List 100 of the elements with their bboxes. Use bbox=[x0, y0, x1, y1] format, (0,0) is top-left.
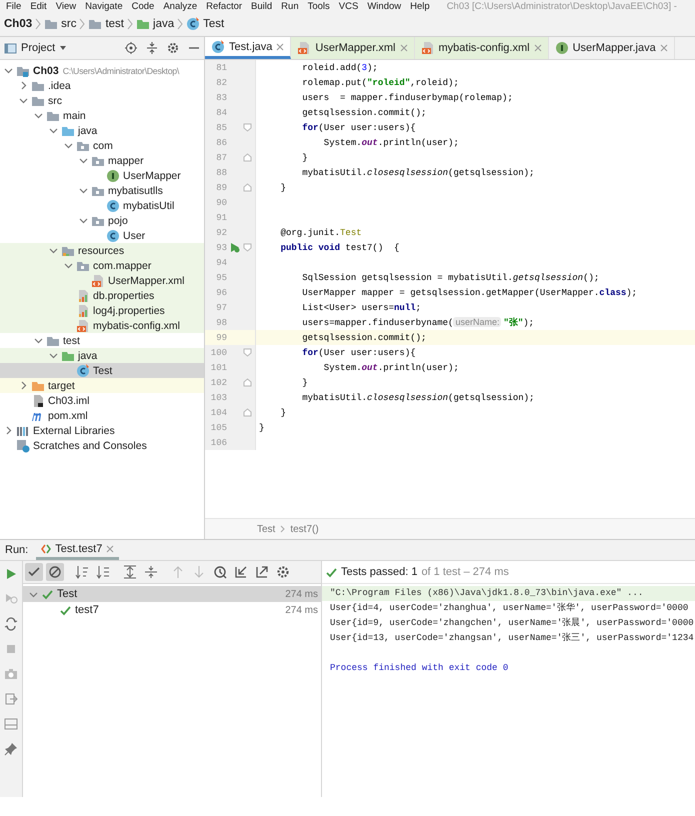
breadcrumb[interactable]: java bbox=[136, 17, 174, 31]
history-icon[interactable] bbox=[213, 565, 227, 579]
editor-tab[interactable]: Test.java bbox=[205, 37, 292, 59]
menu-item[interactable]: File bbox=[6, 0, 22, 12]
close-icon[interactable] bbox=[106, 544, 114, 552]
tree-item[interactable]: target bbox=[0, 378, 204, 393]
line-number: 92 bbox=[215, 228, 227, 238]
close-icon[interactable] bbox=[400, 44, 408, 52]
tree-item[interactable]: Test bbox=[0, 363, 204, 378]
tree-item[interactable]: log4j.properties bbox=[0, 303, 204, 318]
tree-item[interactable]: src bbox=[0, 93, 204, 108]
menu-item[interactable]: Tools bbox=[308, 0, 330, 12]
menu-item[interactable]: Analyze bbox=[163, 0, 198, 12]
fold-marker-icon[interactable] bbox=[242, 183, 252, 192]
editor-tab[interactable]: UserMapper.java bbox=[548, 37, 675, 59]
show-passed-icon[interactable] bbox=[27, 565, 41, 579]
test-tree-item[interactable]: test7 274 ms bbox=[23, 602, 321, 618]
close-icon[interactable] bbox=[660, 44, 668, 52]
toggle-auto-test-icon[interactable] bbox=[4, 617, 18, 631]
tree-item[interactable]: Scratches and Consoles bbox=[0, 438, 204, 453]
line-number: 95 bbox=[215, 272, 227, 282]
tree-item[interactable]: User bbox=[0, 228, 204, 243]
fold-marker-icon[interactable] bbox=[242, 378, 252, 387]
tree-item[interactable]: UserMapper bbox=[0, 168, 204, 183]
class-icon bbox=[106, 228, 120, 242]
run-icon[interactable] bbox=[4, 567, 18, 581]
menu-item[interactable]: Navigate bbox=[85, 0, 123, 12]
settings-icon[interactable] bbox=[167, 42, 179, 54]
breadcrumb[interactable]: Ch03 bbox=[4, 18, 32, 30]
tree-item[interactable]: test bbox=[0, 333, 204, 348]
console-line: Process finished with exit code 0 bbox=[329, 662, 510, 675]
line-number: 82 bbox=[215, 78, 227, 88]
tree-item[interactable]: pom.xml bbox=[0, 408, 204, 423]
menu-item[interactable]: Code bbox=[132, 0, 154, 12]
collapse-icon[interactable] bbox=[146, 42, 158, 54]
expand-all-icon[interactable] bbox=[123, 565, 137, 579]
menu-item[interactable]: Refactor bbox=[206, 0, 242, 12]
exit-icon[interactable] bbox=[4, 692, 18, 706]
menu-item[interactable]: Help bbox=[410, 0, 430, 12]
line-number: 99 bbox=[215, 332, 227, 342]
tree-item[interactable]: Ch03 C:\Users\Administrator\Desktop\ bbox=[0, 63, 204, 78]
settings-icon[interactable] bbox=[276, 565, 290, 579]
tree-item[interactable]: pojo bbox=[0, 213, 204, 228]
show-ignored-icon[interactable] bbox=[48, 565, 62, 579]
sort-duration-icon[interactable] bbox=[96, 565, 110, 579]
locate-icon[interactable] bbox=[125, 42, 137, 54]
collapse-all-icon[interactable] bbox=[144, 565, 158, 579]
menu-item[interactable]: Edit bbox=[30, 0, 47, 12]
editor-tab[interactable]: mybatis-config.xml bbox=[414, 37, 549, 59]
export-icon[interactable] bbox=[255, 565, 269, 579]
run-test-icon[interactable] bbox=[228, 242, 240, 253]
tree-item[interactable]: main bbox=[0, 108, 204, 123]
breadcrumb[interactable]: src bbox=[44, 17, 76, 31]
tree-item[interactable]: mybatisUtil bbox=[0, 198, 204, 213]
tree-item[interactable]: java bbox=[0, 123, 204, 138]
panel-title-dropdown[interactable]: Project bbox=[4, 42, 68, 54]
tree-item[interactable]: com.mapper bbox=[0, 258, 204, 273]
properties-file-icon bbox=[76, 304, 90, 318]
tree-item[interactable]: com bbox=[0, 138, 204, 153]
tree-item[interactable]: UserMapper.xml bbox=[0, 273, 204, 288]
menu-item[interactable]: Build bbox=[251, 0, 272, 12]
fold-marker-icon[interactable] bbox=[242, 408, 252, 417]
menu-item[interactable]: Run bbox=[281, 0, 299, 12]
fold-marker-icon[interactable] bbox=[242, 153, 252, 162]
tree-item[interactable]: mybatis-config.xml bbox=[0, 318, 204, 333]
tree-item[interactable]: resources bbox=[0, 243, 204, 258]
status-detail: of 1 test – 274 ms bbox=[421, 566, 509, 578]
menu-item[interactable]: VCS bbox=[338, 0, 358, 12]
code-line: } bbox=[301, 378, 308, 388]
fold-marker-icon[interactable] bbox=[242, 123, 252, 132]
file-icon bbox=[31, 394, 45, 408]
breadcrumb[interactable]: test bbox=[88, 17, 124, 31]
fold-marker-icon[interactable] bbox=[242, 243, 252, 252]
sort-icon[interactable] bbox=[75, 565, 89, 579]
menu-item[interactable]: View bbox=[56, 0, 76, 12]
pin-icon[interactable] bbox=[4, 742, 18, 756]
tree-item[interactable]: db.properties bbox=[0, 288, 204, 303]
tree-item[interactable]: mapper bbox=[0, 153, 204, 168]
test-tree-item[interactable]: Test 274 ms bbox=[23, 586, 321, 602]
interface-icon bbox=[106, 168, 120, 182]
tree-item[interactable]: mybatisutlls bbox=[0, 183, 204, 198]
breadcrumb[interactable]: test7() bbox=[290, 524, 319, 534]
close-icon[interactable] bbox=[534, 44, 542, 52]
tree-item[interactable]: External Libraries bbox=[0, 423, 204, 438]
layout-icon[interactable] bbox=[4, 717, 18, 731]
fold-marker-icon[interactable] bbox=[242, 348, 252, 357]
line-number: 90 bbox=[215, 198, 227, 208]
line-number: 85 bbox=[215, 122, 227, 132]
chevron-icon bbox=[280, 524, 286, 534]
tree-item[interactable]: java bbox=[0, 348, 204, 363]
menu-item[interactable]: Window bbox=[367, 0, 402, 12]
breadcrumb[interactable]: Test bbox=[257, 524, 276, 534]
tree-item[interactable]: Ch03.iml bbox=[0, 393, 204, 408]
editor-tab[interactable]: UserMapper.xml bbox=[291, 37, 414, 59]
close-icon[interactable] bbox=[276, 42, 284, 50]
test-class-icon bbox=[76, 364, 90, 378]
tree-item[interactable]: .idea bbox=[0, 78, 204, 93]
console-line: User{id=9, userCode='zhangchen', userName='张晨', userPassword='0000 bbox=[329, 616, 695, 630]
breadcrumb[interactable]: Test bbox=[186, 17, 224, 31]
import-icon[interactable] bbox=[234, 565, 248, 579]
